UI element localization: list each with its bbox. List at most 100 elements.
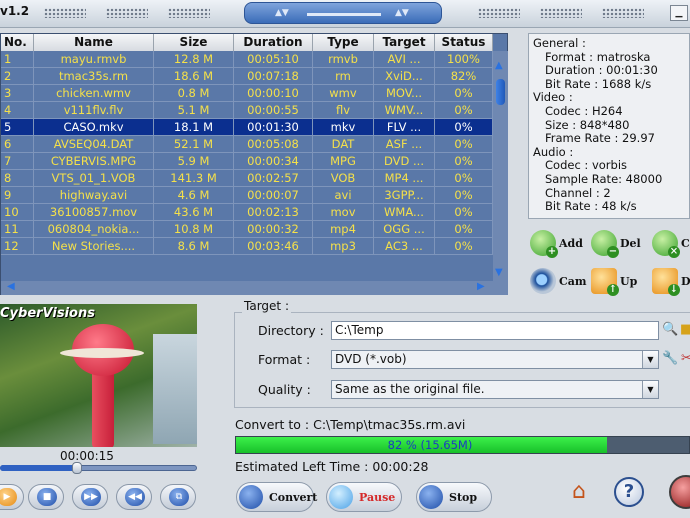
table-cell-duration: 00:05:10 xyxy=(234,51,313,67)
media-info-line: Video : xyxy=(533,90,573,105)
camera-button[interactable]: Cam xyxy=(530,268,587,294)
scroll-right-icon[interactable]: ▶ xyxy=(477,281,485,292)
directory-field[interactable]: C:\Temp xyxy=(331,321,659,340)
scroll-down-icon[interactable]: ▼ xyxy=(495,267,503,278)
file-list[interactable]: No. Name Size Duration Type Target Statu… xyxy=(0,33,508,295)
table-cell-type: MPG xyxy=(313,153,374,169)
convert-icon xyxy=(239,485,263,509)
table-cell-type: VOB xyxy=(313,170,374,186)
table-row[interactable]: 5 CASO.mkv 18.1 M 00:01:30 mkv FLV ... 0% xyxy=(1,119,493,136)
column-header-type[interactable]: Type xyxy=(313,34,374,51)
column-header-no[interactable]: No. xyxy=(1,34,34,51)
table-cell-name: v111flv.flv xyxy=(34,102,154,118)
scroll-up-icon[interactable]: ▲ xyxy=(495,60,503,71)
table-cell-status: 0% xyxy=(435,238,493,254)
table-row[interactable]: 7 CYBERVIS.MPG 5.9 M 00:00:34 MPG DVD ... 0% xyxy=(1,153,493,170)
quality-label: Quality : xyxy=(258,382,311,397)
folder-icon[interactable]: ■ xyxy=(680,322,690,337)
table-row[interactable]: 8 VTS_01_1.VOB 141.3 M 00:02:57 VOB MP4 ... 0% xyxy=(1,170,493,187)
vertical-scroll-thumb[interactable] xyxy=(496,79,505,105)
directory-label: Directory : xyxy=(258,323,324,338)
settings-wrench-icon[interactable]: 🔧 xyxy=(662,351,678,366)
preview-watermark: CyberVisions xyxy=(0,306,95,321)
play-button[interactable]: ▶ xyxy=(0,484,24,510)
table-row[interactable]: 1 mayu.rmvb 12.8 M 00:05:10 rmvb AVI ... 100% xyxy=(1,51,493,68)
table-cell-target: DVD ... xyxy=(374,153,435,169)
table-cell-size: 52.1 M xyxy=(154,136,234,152)
table-cell-name: highway.avi xyxy=(34,187,154,203)
table-row[interactable]: 11 060804_nokia... 10.8 M 00:00:32 mp4 OGG ..… xyxy=(1,221,493,238)
remove-user-icon: − xyxy=(591,230,619,258)
quality-select[interactable]: Same as the original file. ▼ xyxy=(331,380,659,399)
help-icon: ? xyxy=(623,481,635,502)
table-cell-no: 9 xyxy=(1,187,34,203)
column-header-target[interactable]: Target xyxy=(374,34,435,51)
column-header-status[interactable]: Status xyxy=(435,34,493,51)
move-down-button[interactable]: ↓ Do xyxy=(652,268,690,296)
table-cell-name: New Stories.... xyxy=(34,238,154,254)
rewind-button[interactable]: ◀◀ xyxy=(116,484,152,510)
table-cell-no: 3 xyxy=(1,85,34,101)
camera-label: Cam xyxy=(559,274,587,288)
app-version: v1.2 xyxy=(0,4,30,18)
exit-button[interactable] xyxy=(669,475,690,509)
scroll-left-icon[interactable]: ◀ xyxy=(7,281,15,292)
table-cell-duration: 00:03:46 xyxy=(234,238,313,254)
column-header-duration[interactable]: Duration xyxy=(234,34,313,51)
table-row[interactable]: 6 AVSEQ04.DAT 52.1 M 00:05:08 DAT ASF ... 0% xyxy=(1,136,493,153)
target-legend: Target : xyxy=(242,299,291,313)
stop-button[interactable]: Stop xyxy=(416,482,492,512)
table-cell-duration: 00:02:57 xyxy=(234,170,313,186)
table-cell-target: WMA... xyxy=(374,204,435,220)
snapshot-button[interactable]: ⧉ xyxy=(160,484,196,510)
table-row[interactable]: 12 New Stories.... 8.6 M 00:03:46 mp3 AC3 ...… xyxy=(1,238,493,255)
seek-fill xyxy=(0,465,77,471)
seek-slider[interactable] xyxy=(0,462,197,474)
chevron-down-icon[interactable]: ▼ xyxy=(642,381,658,398)
table-row[interactable]: 3 chicken.wmv 0.8 M 00:00:10 wmv MOV... 0% xyxy=(1,85,493,102)
help-button[interactable]: ? xyxy=(614,477,644,507)
table-row[interactable]: 2 tmac35s.rm 18.6 M 00:07:18 rm XviD... 82% xyxy=(1,68,493,85)
move-up-button[interactable]: ↑ Up xyxy=(591,268,637,296)
media-info-line: Duration : 00:01:30 xyxy=(545,63,658,78)
tools-icon[interactable]: ✂ xyxy=(681,351,690,366)
column-header-size[interactable]: Size xyxy=(154,34,234,51)
media-info-line: Codec : H264 xyxy=(545,103,623,118)
table-cell-size: 43.6 M xyxy=(154,204,234,220)
delete-button[interactable]: − Del xyxy=(591,230,641,258)
table-cell-no: 10 xyxy=(1,204,34,220)
clear-button[interactable]: × Cl xyxy=(652,230,690,258)
table-cell-target: 3GPP... xyxy=(374,187,435,203)
convert-to-path: Convert to : C:\Temp\tmac35s.rm.avi xyxy=(235,417,466,432)
format-select[interactable]: DVD (*.vob) ▼ xyxy=(331,350,659,369)
pause-button[interactable]: Pause xyxy=(326,482,402,512)
table-cell-name: chicken.wmv xyxy=(34,85,154,101)
minimize-button[interactable]: ▁ xyxy=(670,5,688,21)
add-button[interactable]: + Add xyxy=(530,230,583,258)
media-info-panel: General : Format : matroska Duration : 00:… xyxy=(528,33,690,219)
table-cell-duration: 00:07:18 xyxy=(234,68,313,84)
table-cell-size: 5.9 M xyxy=(154,153,234,169)
table-cell-duration: 00:05:08 xyxy=(234,136,313,152)
vertical-scrollbar[interactable]: ▲ ▼ xyxy=(493,51,508,295)
convert-button[interactable]: Convert xyxy=(236,482,317,512)
column-header-name[interactable]: Name xyxy=(34,34,154,51)
home-button[interactable]: ⌂ xyxy=(564,477,594,507)
table-row[interactable]: 10 36100857.mov 43.6 M 00:02:13 mov WMA... 0% xyxy=(1,204,493,221)
move-down-label: Do xyxy=(681,274,690,288)
table-cell-no: 5 xyxy=(1,119,34,135)
fast-forward-button[interactable]: ▶▶ xyxy=(72,484,108,510)
table-cell-status: 82% xyxy=(435,68,493,84)
chevron-down-icon[interactable]: ▼ xyxy=(642,351,658,368)
clear-list-icon: × xyxy=(652,230,680,258)
search-icon[interactable]: 🔍 xyxy=(662,322,678,337)
table-row[interactable]: 4 v111flv.flv 5.1 M 00:00:55 flv WMV... 0% xyxy=(1,102,493,119)
horizontal-scrollbar[interactable]: ◀ ▶ xyxy=(1,281,493,295)
table-row[interactable]: 9 highway.avi 4.6 M 00:00:07 avi 3GPP... 0% xyxy=(1,187,493,204)
title-drag-handle[interactable]: ▲▼ ▲▼ xyxy=(244,2,442,24)
stop-playback-button[interactable]: ■ xyxy=(28,484,64,510)
add-user-icon: + xyxy=(530,230,558,258)
title-bar: v1.2 ▲▼ ▲▼ ▁ xyxy=(0,0,690,28)
seek-handle[interactable] xyxy=(71,462,82,474)
snapshot-icon: ⧉ xyxy=(169,488,189,506)
